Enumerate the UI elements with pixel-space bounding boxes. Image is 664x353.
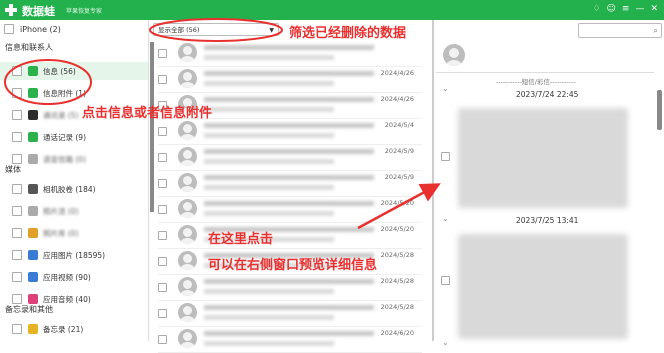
annotation-click: 点击信息或者信息附件 xyxy=(82,106,213,121)
filter-highlight-ellipse xyxy=(149,18,283,42)
annotation-filter: 筛选已经删除的数据 xyxy=(289,26,407,41)
annotation-preview-1: 在这里点击 xyxy=(208,232,274,247)
messages-highlight-ellipse xyxy=(4,59,92,105)
message-preview-redacted xyxy=(204,341,334,346)
annotation-overlay xyxy=(4,18,441,230)
annotation-preview-2: 可以在右侧窗口预览详细信息 xyxy=(208,258,378,273)
preview-arrow xyxy=(357,183,441,230)
